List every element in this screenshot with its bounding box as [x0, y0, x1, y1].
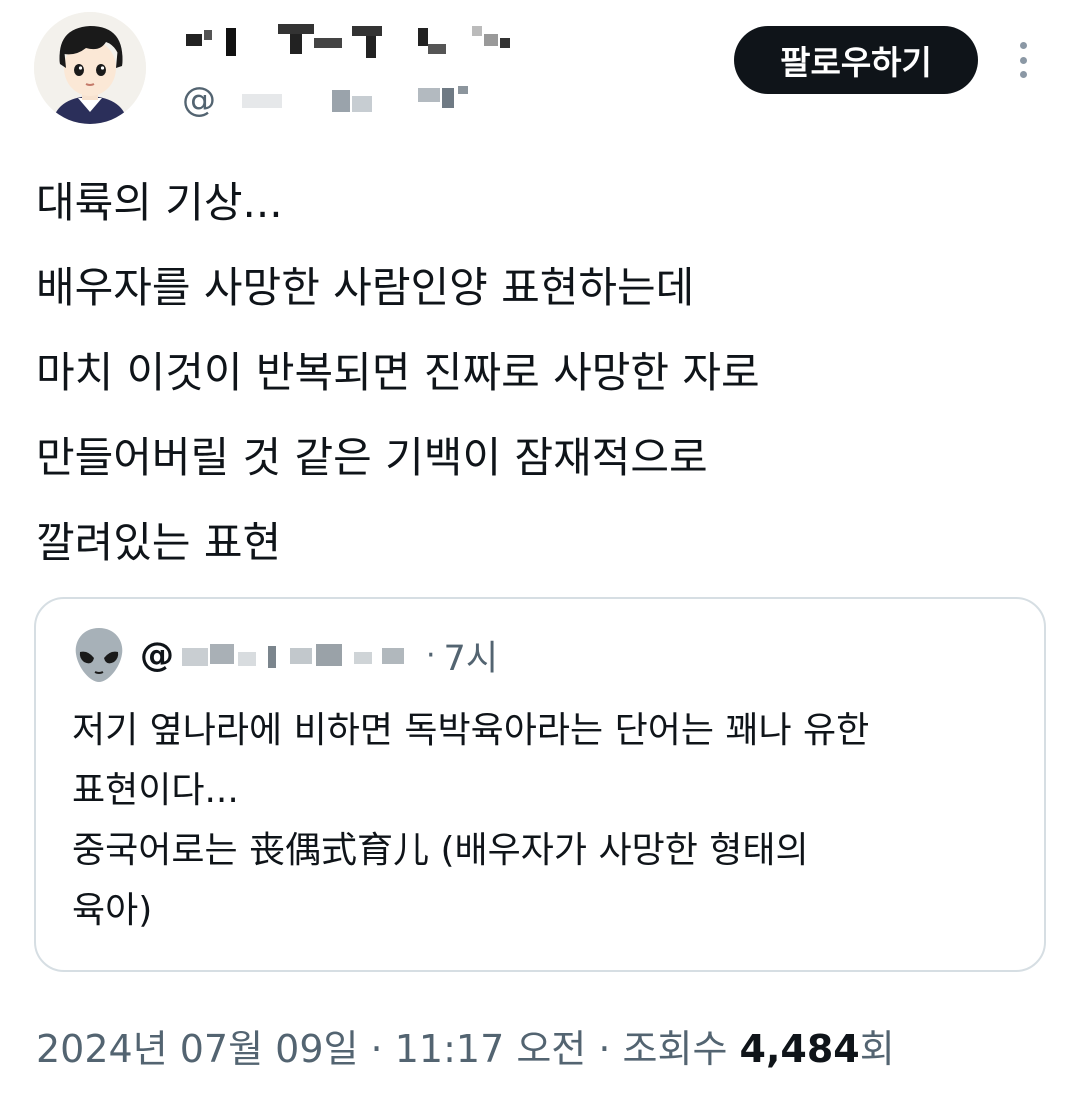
meta-separator: · — [598, 1027, 611, 1071]
quote-line: 저기 옆나라에 비하면 독박육아라는 단어는 꽤나 유한 — [72, 710, 870, 751]
views-label: 조회수 — [622, 1027, 728, 1071]
tweet-line: 배우자를 사망한 사람인양 표현하는데 — [36, 263, 695, 312]
views-count: 4,484 — [739, 1027, 860, 1071]
quote-line: 중국어로는 丧偶式育儿 (배우자가 사망한 형태의 — [72, 830, 809, 871]
tweet-line: 마치 이것이 반복되면 진짜로 사망한 자로 — [36, 348, 760, 397]
handle-at-sign: @ — [182, 80, 216, 120]
quote-separator: · — [426, 637, 436, 673]
tweet-line: 깔려있는 표현 — [36, 518, 282, 567]
quote-line: 표현이다... — [72, 770, 239, 811]
quoted-tweet-header: @ · 7시 — [72, 625, 498, 685]
meta-separator: · — [370, 1027, 383, 1071]
cartoon-boy-avatar-icon — [34, 12, 146, 124]
quote-handle-at-sign: @ — [140, 635, 174, 675]
author-avatar[interactable] — [34, 12, 146, 124]
tweet-time[interactable]: 11:17 오전 — [395, 1027, 587, 1071]
tweet-date[interactable]: 2024년 07월 09일 — [36, 1027, 358, 1071]
tweet-line: 만들어버릴 것 같은 기백이 잠재적으로 — [36, 433, 708, 482]
tweet-text: 대륙의 기상... 배우자를 사망한 사람인양 표현하는데 마치 이것이 반복되… — [36, 160, 1046, 585]
more-vertical-icon[interactable] — [1008, 40, 1038, 80]
author-handle-redacted — [242, 86, 468, 112]
quoted-tweet-card[interactable]: @ · 7시 저기 옆나라에 비하면 독박육아라는 단어는 꽤나 유한 표현이다… — [34, 597, 1046, 972]
views-suffix: 회 — [859, 1027, 895, 1071]
author-name-redacted — [186, 24, 510, 58]
alien-emoji-avatar-icon[interactable] — [72, 626, 126, 684]
quote-timestamp[interactable]: 7시 — [444, 630, 498, 681]
author-handle[interactable]: @ — [182, 80, 472, 120]
quote-handle-redacted — [182, 644, 404, 668]
quote-line: 육아) — [72, 890, 153, 931]
tweet-line: 대륙의 기상... — [36, 178, 283, 227]
quoted-tweet-text: 저기 옆나라에 비하면 독박육아라는 단어는 꽤나 유한 표현이다... 중국어… — [72, 701, 1032, 941]
tweet-meta: 2024년 07월 09일 · 11:17 오전 · 조회수 4,484회 — [36, 1018, 895, 1073]
follow-button[interactable]: 팔로우하기 — [734, 26, 978, 94]
